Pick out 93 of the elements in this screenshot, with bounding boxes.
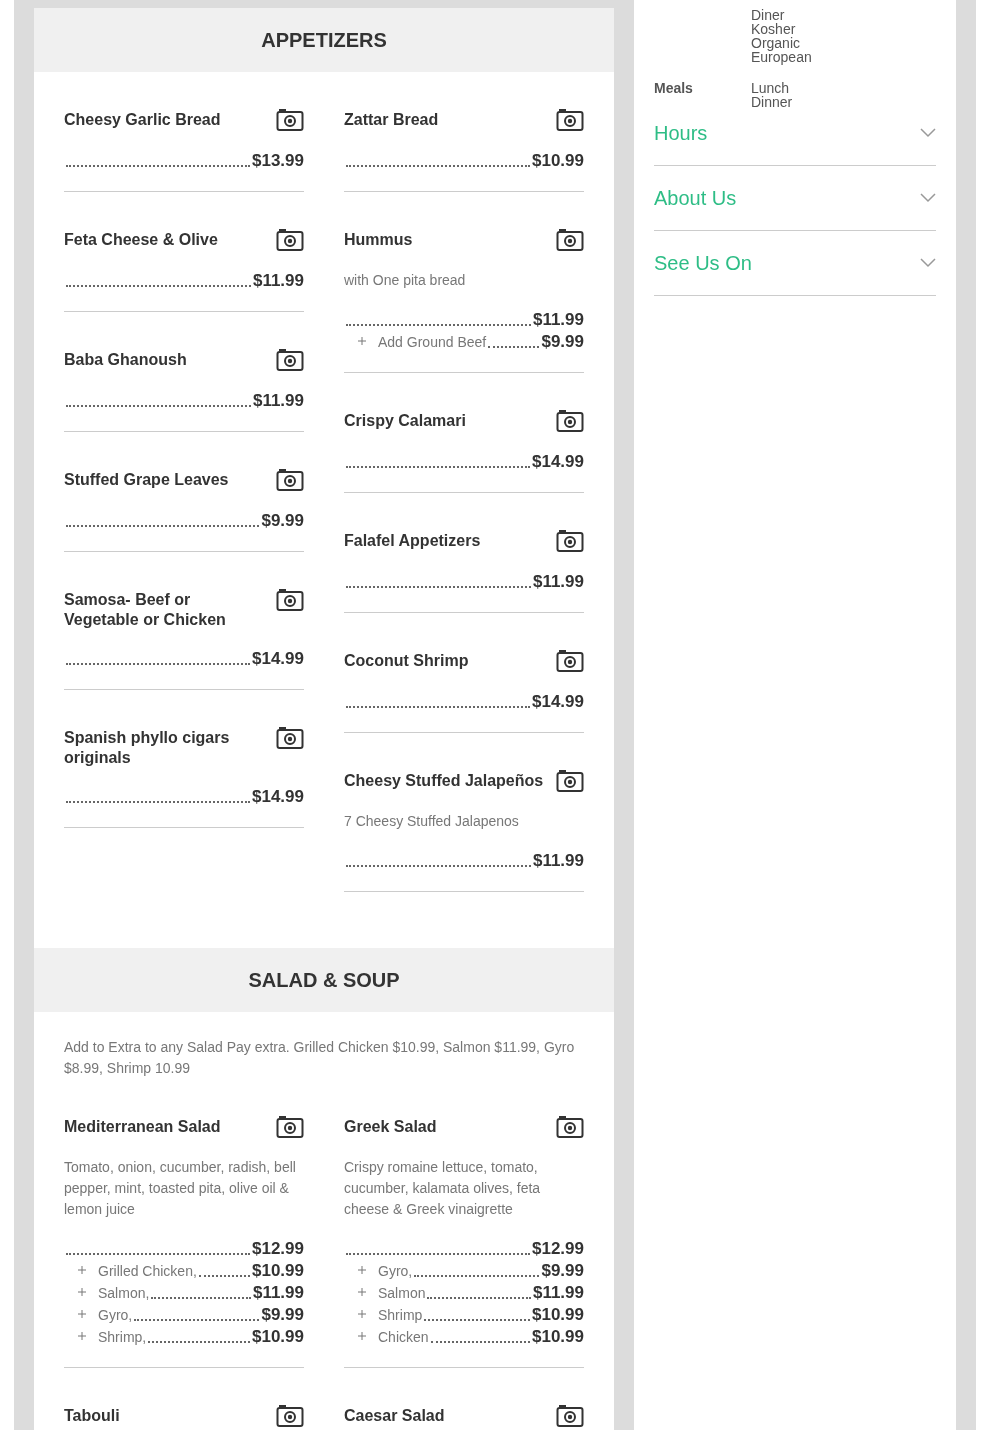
option-price: $11.99 bbox=[252, 1282, 304, 1304]
camera-icon[interactable] bbox=[276, 468, 304, 492]
dish-price: $13.99 bbox=[252, 150, 304, 172]
dish-description: with One pita bread bbox=[344, 271, 467, 290]
camera-icon[interactable] bbox=[276, 1115, 304, 1139]
camera-icon[interactable] bbox=[556, 108, 584, 132]
camera-icon[interactable] bbox=[556, 1115, 584, 1139]
plus-icon bbox=[358, 1332, 366, 1340]
plus-icon bbox=[358, 1310, 366, 1318]
dish-name: Samosa- Beef or Vegetable or Chicken bbox=[64, 590, 227, 630]
camera-icon[interactable] bbox=[276, 348, 304, 372]
dish-name: Coconut Shrimp bbox=[344, 651, 469, 671]
dish-name: Greek Salad bbox=[344, 1117, 437, 1137]
plus-icon bbox=[358, 1266, 366, 1274]
plus-icon bbox=[78, 1310, 86, 1318]
dot-leader bbox=[488, 346, 540, 348]
dish-price: $12.99 bbox=[532, 1238, 584, 1260]
dish-price: $9.99 bbox=[261, 510, 304, 532]
dish-name: Stuffed Grape Leaves bbox=[64, 470, 229, 490]
camera-icon[interactable] bbox=[556, 649, 584, 673]
accordion-header[interactable]: See Us On bbox=[654, 231, 936, 296]
option-name: Gyro, bbox=[378, 1262, 413, 1281]
section-title: APPETIZERS bbox=[261, 28, 387, 53]
option-name: Gyro, bbox=[98, 1306, 133, 1325]
option-name: Add Ground Beef bbox=[378, 333, 487, 352]
option-name: Chicken bbox=[378, 1328, 429, 1347]
dish-description: Crispy romaine lettuce, tomato, cucumber, kalamata olives, feta cheese & Greek vinaigrette bbox=[344, 1158, 542, 1219]
option-name: Salmon, bbox=[98, 1284, 150, 1303]
option-name: Shrimp, bbox=[98, 1328, 147, 1347]
dish-name: Mediterranean Salad bbox=[64, 1117, 221, 1137]
camera-icon[interactable] bbox=[556, 409, 584, 433]
plus-icon bbox=[78, 1266, 86, 1274]
plus-icon bbox=[358, 337, 366, 345]
plus-icon bbox=[78, 1332, 86, 1340]
chevron-down-icon bbox=[920, 258, 936, 268]
dish-price: $14.99 bbox=[252, 786, 304, 808]
dish-price: $14.99 bbox=[532, 691, 584, 713]
dish-price: $11.99 bbox=[252, 390, 304, 412]
option-price: $10.99 bbox=[252, 1260, 304, 1282]
dish-name: Feta Cheese & Olive bbox=[64, 230, 218, 250]
dot-leader bbox=[198, 1275, 250, 1277]
camera-icon[interactable] bbox=[276, 228, 304, 252]
dish-name: Spanish phyllo cigars originals bbox=[64, 728, 231, 768]
dish-price: $11.99 bbox=[252, 270, 304, 292]
option-name: Salmon bbox=[378, 1284, 426, 1303]
dish-price: $10.99 bbox=[532, 150, 584, 172]
plus-icon bbox=[358, 1288, 366, 1296]
camera-icon[interactable] bbox=[276, 588, 304, 612]
dish-price: $14.99 bbox=[532, 451, 584, 473]
option-price: $10.99 bbox=[252, 1326, 304, 1348]
option-name: Shrimp bbox=[378, 1306, 423, 1325]
dish-name: Caesar Salad bbox=[344, 1406, 445, 1426]
section-title: SALAD & SOUP bbox=[248, 968, 400, 993]
camera-icon[interactable] bbox=[276, 1404, 304, 1428]
dish-name: Hummus bbox=[344, 230, 413, 250]
dish-description: Tomato, onion, cucumber, radish, bell pepper, mint, toasted pita, olive oil & lemon juice bbox=[64, 1158, 297, 1219]
option-price: $9.99 bbox=[541, 331, 584, 353]
dish-price: $11.99 bbox=[532, 309, 584, 331]
plus-icon bbox=[78, 1288, 86, 1296]
accordion-header[interactable]: About Us bbox=[654, 166, 936, 231]
camera-icon[interactable] bbox=[276, 726, 304, 750]
section-note: Add to Extra to any Salad Pay extra. Grilled Chicken $10.99, Salmon $11.99, Gyro $8.99, Shrimp 10.99 bbox=[64, 1038, 576, 1078]
option-name: Grilled Chicken, bbox=[98, 1262, 197, 1281]
dish-name: Baba Ghanoush bbox=[64, 350, 187, 370]
detail-label: Meals bbox=[654, 81, 694, 98]
option-price: $10.99 bbox=[532, 1326, 584, 1348]
dish-price: $12.99 bbox=[252, 1238, 304, 1260]
detail-value: Kosher bbox=[751, 22, 797, 36]
camera-icon[interactable] bbox=[556, 769, 584, 793]
option-price: $9.99 bbox=[261, 1304, 304, 1326]
chevron-down-icon bbox=[920, 193, 936, 203]
camera-icon[interactable] bbox=[556, 228, 584, 252]
dish-name: Cheesy Garlic Bread bbox=[64, 110, 221, 130]
option-price: $9.99 bbox=[541, 1260, 584, 1282]
chevron-down-icon bbox=[920, 128, 936, 138]
detail-value: European bbox=[751, 50, 812, 64]
dish-price: $14.99 bbox=[252, 648, 304, 670]
dish-name: Tabouli bbox=[64, 1406, 120, 1426]
option-price: $11.99 bbox=[532, 1282, 584, 1304]
dish-description: 7 Cheesy Stuffed Jalapenos bbox=[344, 812, 520, 831]
detail-value: Diner bbox=[751, 8, 786, 22]
detail-value: Lunch bbox=[751, 81, 791, 95]
dish-name: Crispy Calamari bbox=[344, 411, 466, 431]
camera-icon[interactable] bbox=[556, 529, 584, 553]
dish-price: $11.99 bbox=[532, 850, 584, 872]
option-price: $10.99 bbox=[532, 1304, 584, 1326]
dish-price: $11.99 bbox=[532, 571, 584, 593]
dish-name: Falafel Appetizers bbox=[344, 531, 481, 551]
dish-name: Cheesy Stuffed Jalapeños bbox=[344, 771, 544, 791]
camera-icon[interactable] bbox=[556, 1404, 584, 1428]
detail-value: Organic bbox=[751, 36, 802, 50]
camera-icon[interactable] bbox=[276, 108, 304, 132]
dish-name: Zattar Bread bbox=[344, 110, 439, 130]
